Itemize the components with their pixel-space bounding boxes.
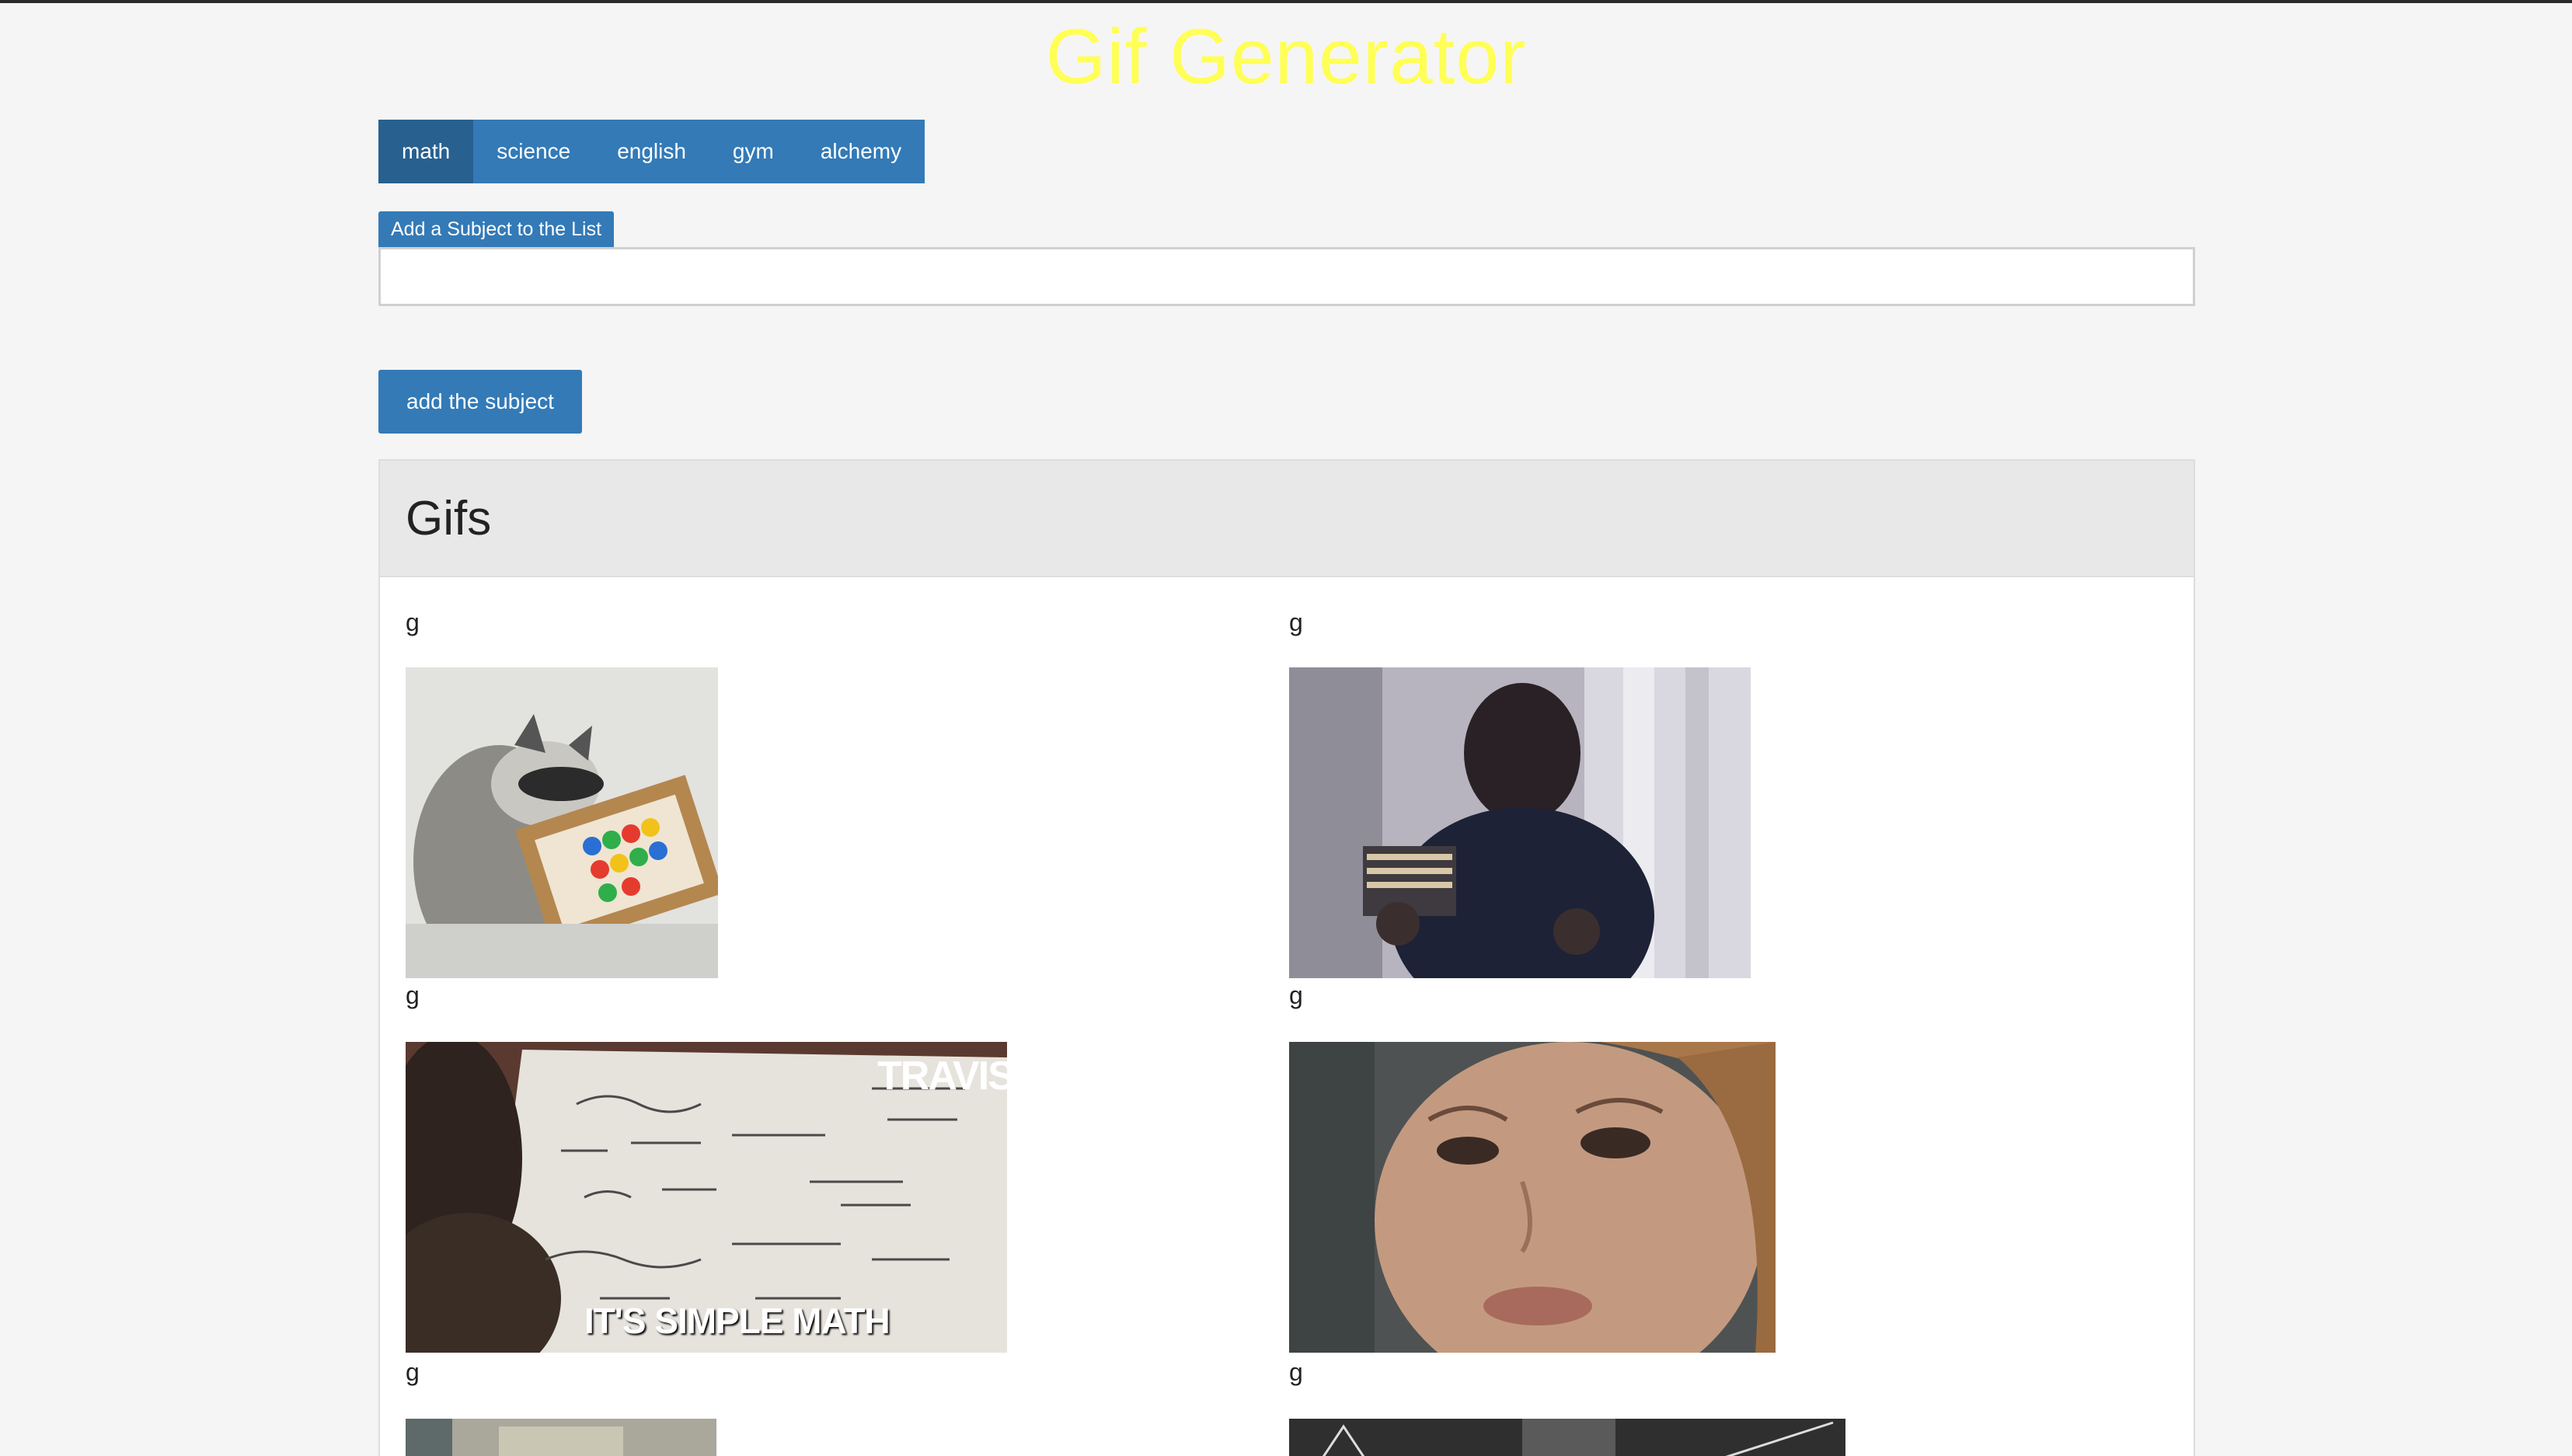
add-subject-button[interactable]: add the subject: [378, 370, 582, 434]
gif-rating: g: [406, 608, 420, 636]
gif-rating: g: [1289, 608, 1303, 636]
subject-input[interactable]: [378, 247, 2195, 306]
gif-rating: g: [1289, 981, 1303, 1009]
subject-button-math[interactable]: math: [378, 120, 474, 183]
subject-button-science[interactable]: science: [473, 120, 594, 183]
add-subject-label: Add a Subject to the List: [378, 211, 615, 247]
gif-overlay-caption: IT'S SIMPLE MATH: [584, 1301, 890, 1341]
subject-button-gym[interactable]: gym: [709, 120, 797, 183]
page-title: Gif Generator: [1045, 13, 1527, 100]
top-border: [0, 0, 2572, 3]
gifs-panel: Gifs g g g IT'S SIMPLE MATH TRAVIS g g g: [378, 459, 2195, 1456]
gif-image-partial[interactable]: [406, 1419, 716, 1456]
gif-image-partial[interactable]: [1289, 1419, 1845, 1456]
gif-image-raccoon-abacus[interactable]: [406, 667, 718, 978]
gifs-panel-heading: Gifs: [380, 461, 2194, 577]
gif-image-boy-counting-money[interactable]: [1289, 667, 1751, 978]
gif-rating: g: [406, 1358, 420, 1386]
gif-rating: g: [406, 981, 420, 1009]
subject-button-english[interactable]: english: [594, 120, 709, 183]
subject-button-alchemy[interactable]: alchemy: [796, 120, 925, 183]
gif-watermark: TRAVIS: [877, 1054, 1015, 1099]
gif-rating: g: [1289, 1358, 1303, 1386]
subject-button-group: math science english gym alchemy: [378, 120, 925, 183]
gif-image-confused-woman-face[interactable]: [1289, 1042, 1776, 1353]
